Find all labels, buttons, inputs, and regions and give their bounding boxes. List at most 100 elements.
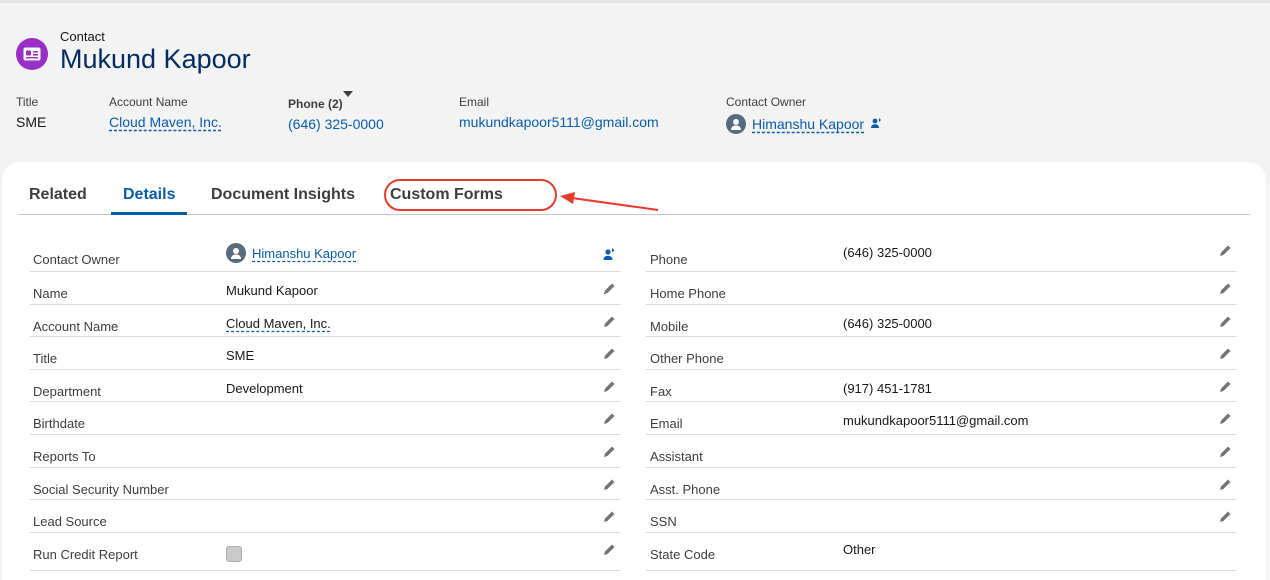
fax-value[interactable]: (917) 451-1781 [843,381,932,396]
contact-card-icon [16,38,48,70]
highlight-phone-label: Phone (2) [288,97,343,111]
field-row-department: Department Development [30,370,620,403]
highlight-owner-label: Contact Owner [726,95,807,109]
field-row-title: Title SME [30,337,620,370]
mobile-value[interactable]: (646) 325-0000 [843,316,932,331]
email-value[interactable]: mukundkapoor5111@gmail.com [843,413,1028,428]
highlight-account-link[interactable]: Cloud Maven, Inc. [109,114,222,130]
tab-document-insights[interactable]: Document Insights [211,186,355,204]
highlight-owner-link[interactable]: Himanshu Kapoor [752,116,864,132]
pencil-icon[interactable] [1218,380,1232,394]
field-value: Mukund Kapoor [226,283,318,298]
tab-bar: Related Details Document Insights Custom… [18,162,1250,215]
run-credit-report-checkbox[interactable] [226,545,242,562]
highlight-title-value: SME [16,114,47,130]
details-right-column: Phone (646) 325-0000 Home Phone Mobile (… [646,238,1236,571]
highlight-title-label: Title [16,95,39,109]
field-label: Lead Source [33,514,107,530]
field-row-name: Name Mukund Kapoor [30,272,620,305]
field-row-phone: Phone (646) 325-0000 [646,238,1236,272]
highlight-account-label: Account Name [109,95,188,109]
field-label: Assistant [650,448,703,464]
highlight-phone-dropdown[interactable]: Phone (2) [288,91,384,111]
pencil-icon[interactable] [1218,478,1232,492]
chevron-down-icon [342,91,353,111]
record-name: Mukund Kapoor [60,44,251,74]
tab-details[interactable]: Details [123,186,175,204]
annotation-arrow-icon [560,192,659,211]
field-value: Development [226,380,303,396]
field-row-email: Email mukundkapoor5111@gmail.com [646,402,1236,435]
field-label: State Code [650,546,716,562]
field-label: Department [33,383,101,399]
field-label: Mobile [650,318,689,334]
field-label: Title [33,351,58,367]
field-row-birthdate: Birthdate [30,402,620,435]
field-value: Other [843,541,876,557]
annotation-oval [384,179,557,211]
change-owner-icon[interactable] [602,247,616,261]
field-row-fax: Fax (917) 451-1781 [646,370,1236,403]
field-value: SME [226,348,255,364]
field-label: Other Phone [650,351,724,367]
highlight-email-label: Email [459,95,490,109]
field-row-lead-source: Lead Source [30,500,620,533]
field-label: Social Security Number [33,481,169,497]
field-row-ssn: Social Security Number [30,468,620,501]
field-label: Birthdate [33,416,86,432]
pencil-icon[interactable] [602,347,616,361]
field-label: Fax [650,383,672,399]
pencil-icon[interactable] [602,510,616,524]
record-detail-card: Related Details Document Insights Custom… [2,162,1266,580]
change-owner-icon[interactable] [870,117,882,132]
highlight-owner: Contact Owner Himanshu Kapoor [726,95,882,134]
field-label: SSN [650,514,677,530]
field-label: Asst. Phone [650,481,721,497]
pencil-icon[interactable] [1218,510,1232,524]
field-label: Account Name [33,318,119,334]
pencil-icon[interactable] [602,282,616,296]
highlight-email-value[interactable]: mukundkapoor5111@gmail.com [459,114,659,130]
pencil-icon[interactable] [1218,412,1232,426]
field-row-mobile: Mobile (646) 325-0000 [646,305,1236,338]
active-tab-indicator [111,212,187,215]
field-label: Run Credit Report [33,546,138,562]
field-label: Email [650,416,683,432]
pencil-icon[interactable] [1218,244,1232,258]
pencil-icon[interactable] [602,445,616,459]
field-row-reports-to: Reports To [30,435,620,468]
field-row-state-code: State Code Other [646,533,1236,571]
field-row-other-phone: Other Phone [646,337,1236,370]
pencil-icon[interactable] [1218,445,1232,459]
highlight-phone: Phone (2) (646) 325-0000 [288,91,384,132]
field-row-assistant: Assistant [646,435,1236,468]
pencil-icon[interactable] [602,412,616,426]
field-row-home-phone: Home Phone [646,272,1236,305]
field-label: Phone [650,252,688,267]
contact-owner-link[interactable]: Himanshu Kapoor [252,246,356,261]
top-border [0,0,1270,3]
field-row-asst-phone: Asst. Phone [646,468,1236,501]
field-label: Contact Owner [33,252,120,267]
pencil-icon[interactable] [1218,315,1232,329]
pencil-icon[interactable] [602,543,616,557]
highlight-phone-value[interactable]: (646) 325-0000 [288,116,384,132]
pencil-icon[interactable] [602,380,616,394]
field-label: Home Phone [650,286,726,301]
account-name-link[interactable]: Cloud Maven, Inc. [226,316,331,331]
avatar [226,243,246,263]
field-row-contact-owner: Contact Owner Himanshu Kapoor [30,238,620,272]
tab-related[interactable]: Related [29,186,87,204]
field-row-account-name: Account Name Cloud Maven, Inc. [30,305,620,338]
highlight-email: Email mukundkapoor5111@gmail.com [459,95,659,130]
pencil-icon[interactable] [1218,347,1232,361]
pencil-icon[interactable] [602,478,616,492]
field-label: Reports To [33,448,96,464]
phone-value[interactable]: (646) 325-0000 [843,245,932,260]
object-type-label: Contact [60,29,105,44]
field-row-ssn-right: SSN [646,500,1236,533]
field-label: Name [33,286,68,301]
pencil-icon[interactable] [602,315,616,329]
pencil-icon[interactable] [1218,282,1232,296]
highlight-account: Account Name Cloud Maven, Inc. [109,95,222,130]
